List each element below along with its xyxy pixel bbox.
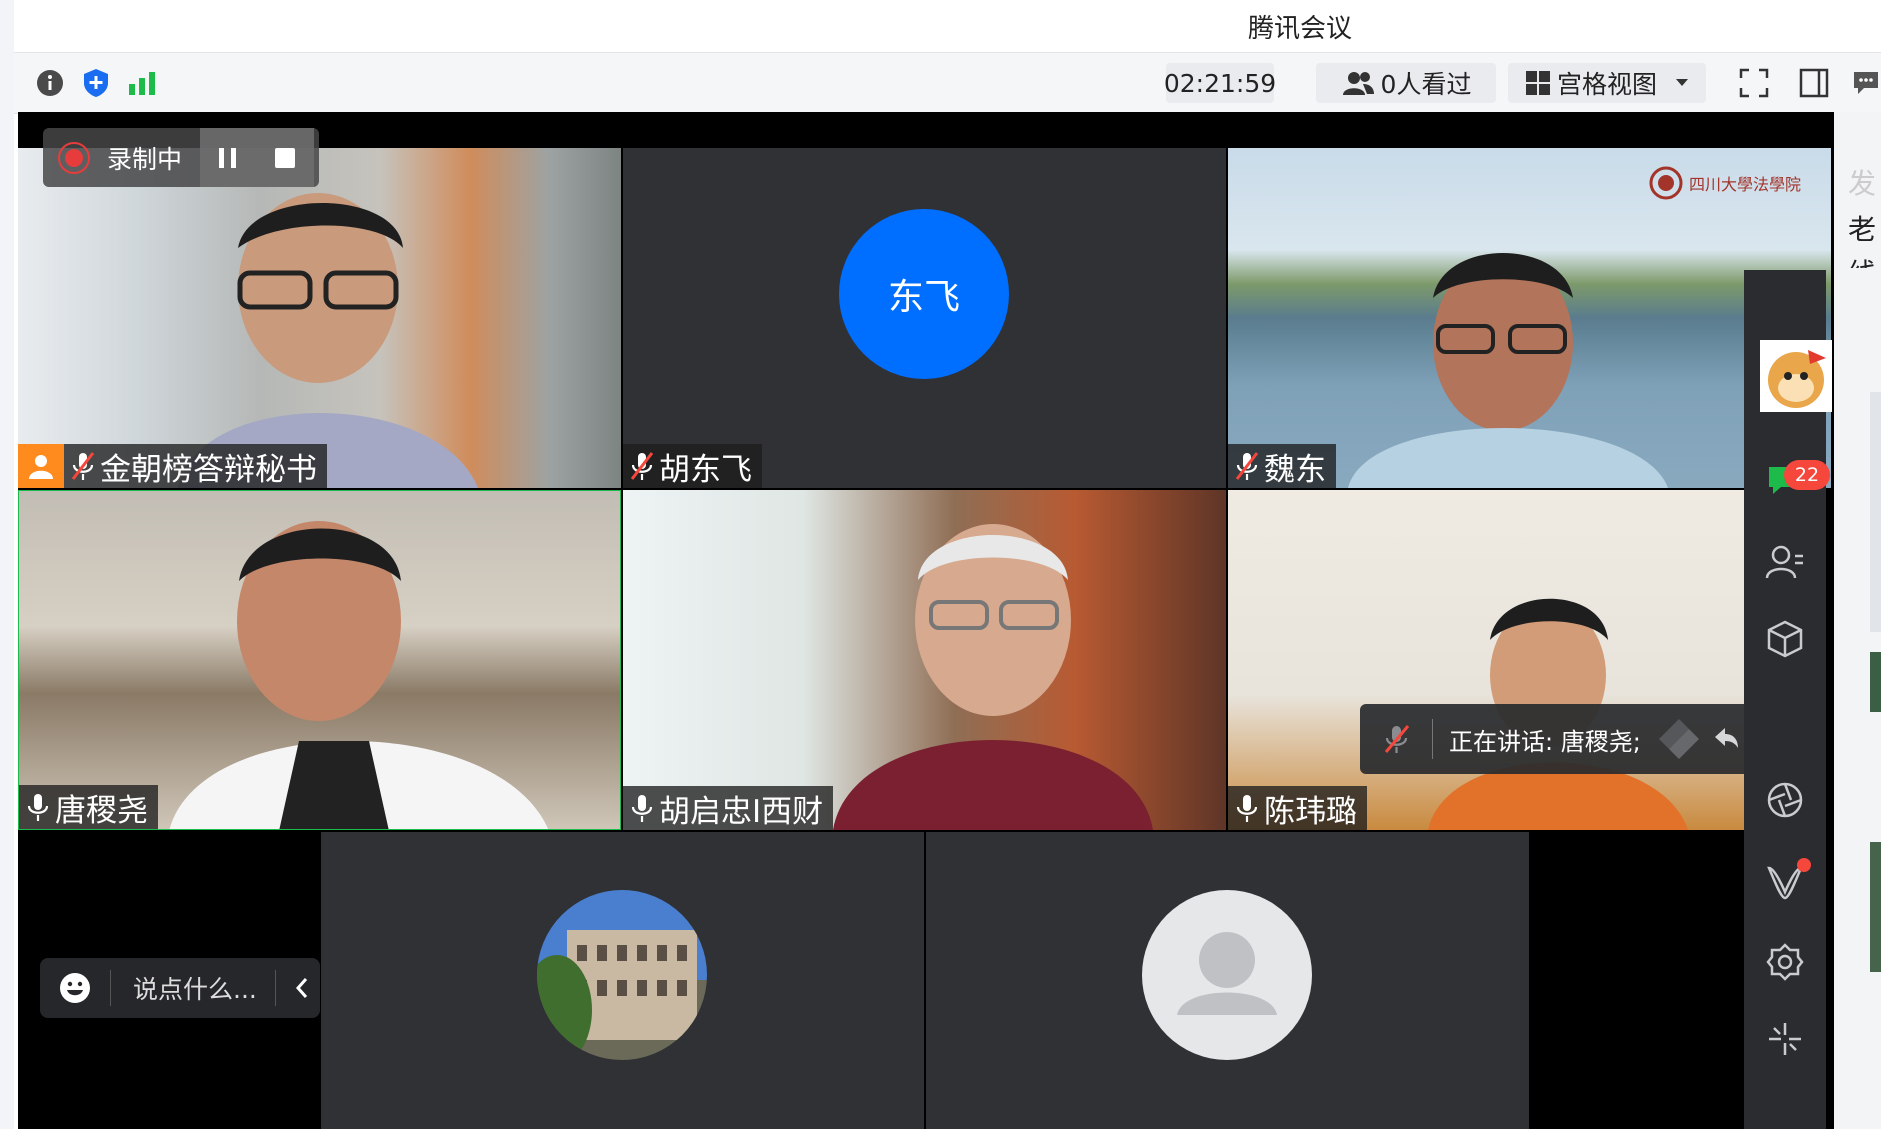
view-mode-dropdown[interactable]: 宫格视图: [1508, 63, 1706, 103]
recording-label: 录制中: [107, 144, 183, 174]
background-thumbnail: [1870, 652, 1881, 712]
background-thumbnail: [1870, 392, 1881, 632]
video-tile-participant-8[interactable]: [926, 832, 1529, 1129]
video-tile-participant-7[interactable]: [321, 832, 924, 1129]
background-text-1: 发: [1848, 167, 1877, 200]
mic-icon: [1236, 795, 1258, 822]
right-sidebar: 22: [1744, 270, 1832, 1129]
mic-icon: [27, 794, 49, 821]
mic-muted-icon: [630, 452, 654, 480]
title-bar: 腾讯会议: [0, 0, 1881, 1129]
meeting-timer: 02:21:59: [1164, 63, 1276, 103]
chat-placeholder: 说点什么...: [133, 975, 257, 1004]
participant-namebar: 陈玮璐: [1228, 786, 1367, 830]
people-icon: [1342, 72, 1374, 95]
watermark-logo: 四川大學法學院: [1649, 166, 1801, 200]
view-mode-label: 宫格视图: [1556, 70, 1657, 99]
signal-icon[interactable]: [122, 63, 162, 103]
background-text-2: 老: [1848, 213, 1877, 246]
watermark-text: 四川大學法學院: [1688, 175, 1801, 194]
video-tile-participant-3[interactable]: 四川大學法學院 魏东: [1228, 148, 1831, 488]
participant-namebar: 魏东: [1228, 444, 1336, 488]
whiteboard-icon[interactable]: [1761, 858, 1811, 906]
grid-view-icon: [1525, 71, 1550, 95]
pause-icon[interactable]: [217, 146, 239, 170]
recording-control: 录制中: [43, 128, 319, 187]
video-tile-participant-5[interactable]: 胡启忠I西财: [623, 490, 1226, 830]
notification-dot: [1797, 858, 1811, 872]
app-avatar[interactable]: [1760, 340, 1832, 412]
aperture-icon[interactable]: [1761, 776, 1809, 824]
participant-video-figure: [178, 193, 478, 488]
message-icon[interactable]: [1846, 63, 1881, 103]
participant-namebar: 胡启忠I西财: [623, 786, 834, 830]
university-seal-icon: [1649, 166, 1683, 200]
participant-name: 陈玮璐: [1264, 793, 1357, 830]
viewers-label: 0人看过: [1380, 70, 1472, 99]
speaking-indicator: 正在讲话: 唐稷尧;: [1360, 704, 1745, 774]
settings-gear-icon[interactable]: [1761, 938, 1809, 986]
participant-video-figure: [169, 521, 548, 829]
speaking-actions: [1657, 716, 1741, 762]
background-window: 发 老 线: [1834, 112, 1881, 1129]
default-avatar-icon: [1142, 890, 1312, 1060]
mic-muted-icon[interactable]: [1382, 723, 1412, 755]
video-tile-participant-1[interactable]: 金朝榜答辩秘书: [18, 148, 621, 488]
stop-icon[interactable]: [273, 146, 297, 170]
chevron-down-icon: [1676, 79, 1688, 86]
effects-sparkle-icon[interactable]: [1761, 1015, 1809, 1063]
mic-muted-icon: [1235, 452, 1259, 480]
participant-namebar: 唐稷尧: [19, 785, 158, 829]
side-panel-toggle-icon[interactable]: [1794, 63, 1834, 103]
fullscreen-icon[interactable]: [1734, 63, 1774, 103]
window-edge: [0, 0, 14, 1129]
participant-name: 胡启忠I西财: [659, 793, 824, 830]
viewers-button[interactable]: 0人看过: [1316, 63, 1496, 103]
recording-icon: [58, 141, 90, 174]
member-list-icon[interactable]: [1761, 538, 1809, 586]
participant-name: 唐稷尧: [55, 792, 148, 829]
video-tile-participant-6[interactable]: 陈玮璐: [1228, 490, 1744, 830]
participant-name: 胡东飞: [659, 451, 752, 488]
chat-badge: 22: [1784, 460, 1830, 490]
mic-icon: [631, 795, 653, 822]
mic-muted-icon: [71, 452, 95, 480]
participant-name: 金朝榜答辩秘书: [100, 451, 317, 488]
speaking-label: 正在讲话: 唐稷尧;: [1449, 727, 1641, 756]
security-shield-icon[interactable]: [76, 63, 116, 103]
background-text-3: 线: [1848, 252, 1876, 268]
info-icon[interactable]: [30, 63, 70, 103]
building-avatar-icon: [537, 890, 707, 1060]
participant-name: 魏东: [1264, 451, 1326, 488]
participant-namebar: 金朝榜答辩秘书: [18, 444, 327, 488]
participant-namebar: 胡东飞: [623, 444, 762, 488]
pin-icon[interactable]: [1657, 716, 1711, 762]
recording-actions: [200, 128, 315, 187]
window-title: 腾讯会议: [1247, 14, 1352, 44]
host-icon: [18, 444, 64, 488]
video-tile-participant-2[interactable]: 东飞 胡东飞: [623, 148, 1226, 488]
return-arrow-icon[interactable]: [1711, 724, 1741, 754]
background-thumbnail: [1870, 842, 1881, 972]
video-tile-participant-4[interactable]: 唐稷尧: [18, 490, 621, 830]
emoji-icon[interactable]: [58, 971, 92, 1005]
monkey-avatar-icon: [1760, 340, 1832, 412]
chevron-left-icon[interactable]: [294, 976, 310, 1000]
participant-video-figure: [1348, 253, 1668, 488]
participant-video-figure: [833, 524, 1153, 830]
apps-cube-icon[interactable]: [1761, 615, 1809, 663]
chat-input[interactable]: 说点什么...: [40, 958, 320, 1018]
avatar: 东飞: [839, 209, 1009, 379]
toolbar: 02:21:59 0人看过 宫格视图: [14, 52, 1881, 114]
